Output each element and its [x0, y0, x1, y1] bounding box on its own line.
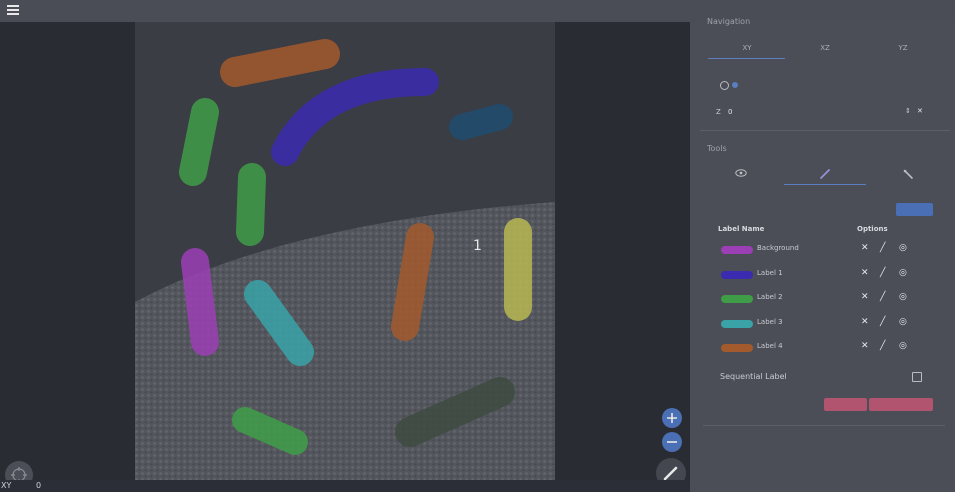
tab-yz[interactable]: YZ: [866, 44, 940, 52]
eye-icon[interactable]: [735, 168, 747, 178]
add-label-button[interactable]: [896, 203, 933, 216]
label-name: Label 4: [757, 342, 783, 350]
delete-label-icon[interactable]: ✕: [861, 317, 869, 327]
radio-button[interactable]: [720, 81, 729, 90]
action-button-right[interactable]: [869, 398, 933, 411]
edit-label-icon[interactable]: ╱: [880, 268, 885, 278]
clear-slice-icon[interactable]: ✕: [917, 107, 923, 115]
radio-button-selected[interactable]: [732, 82, 738, 88]
stroke-label-2: [179, 98, 219, 186]
magic-wand-icon[interactable]: [902, 168, 914, 180]
status-bar: XY 0: [0, 480, 690, 492]
slice-label: Z: [716, 108, 721, 116]
column-header-options: Options: [857, 225, 888, 233]
delete-label-icon[interactable]: ✕: [861, 341, 869, 351]
stroke-label-3: [449, 104, 513, 140]
stroke-dark-green: [395, 377, 515, 447]
brush-tool-icon[interactable]: [819, 168, 831, 180]
color-swatch[interactable]: [721, 295, 753, 303]
label-row-1[interactable]: Label 1 ✕ ╱ ◎: [707, 266, 939, 290]
delete-label-icon[interactable]: ✕: [861, 268, 869, 278]
label-row-4[interactable]: Label 4 ✕ ╱ ◎: [707, 339, 939, 363]
edit-label-icon[interactable]: ╱: [880, 292, 885, 302]
stroke-label-2-b: [236, 163, 266, 246]
color-swatch[interactable]: [721, 246, 753, 254]
tab-xy-indicator: [708, 58, 785, 59]
fit-view-button[interactable]: [5, 461, 33, 480]
stroke-label-3-b: [244, 280, 314, 366]
zoom-out-button[interactable]: [662, 432, 682, 452]
tools-title: Tools: [707, 144, 727, 153]
top-bar: [0, 0, 955, 22]
fill-label-icon[interactable]: ◎: [899, 292, 907, 302]
slice-input[interactable]: 0: [728, 108, 732, 116]
tab-xz[interactable]: XZ: [788, 44, 862, 52]
stroke-background: [181, 248, 219, 356]
tools-tab-indicator: [784, 184, 866, 185]
label-table: Label Name Options Background ✕ ╱ ◎ Labe…: [707, 222, 939, 360]
stroke-label-4-b: [391, 223, 434, 341]
image-viewer[interactable]: 1: [0, 22, 690, 480]
color-swatch[interactable]: [721, 344, 753, 352]
cursor-label: 1: [473, 238, 482, 254]
section-divider: [700, 130, 950, 131]
label-row-2[interactable]: Label 2 ✕ ╱ ◎: [707, 290, 939, 314]
annotation-layer: [179, 39, 532, 455]
navigation-title: Navigation: [707, 17, 751, 26]
label-name: Label 2: [757, 293, 783, 301]
edit-label-icon[interactable]: ╱: [880, 317, 885, 327]
stroke-label-4: [220, 39, 340, 87]
bottom-divider: [703, 425, 945, 426]
fill-label-icon[interactable]: ◎: [899, 268, 907, 278]
column-header-name: Label Name: [718, 225, 765, 233]
brush-icon: [663, 466, 678, 480]
delete-label-icon[interactable]: ✕: [861, 292, 869, 302]
fill-label-icon[interactable]: ◎: [899, 317, 907, 327]
stepper-icon[interactable]: ⇕: [905, 107, 911, 115]
label-row-3[interactable]: Label 3 ✕ ╱ ◎: [707, 315, 939, 339]
zoom-in-button[interactable]: [662, 408, 682, 428]
stroke-label-1: [271, 68, 439, 166]
crosshair-icon: [11, 467, 27, 480]
delete-label-icon[interactable]: ✕: [861, 243, 869, 253]
stroke-label-2-c: [232, 407, 308, 455]
label-name: Label 3: [757, 318, 783, 326]
color-swatch[interactable]: [721, 320, 753, 328]
edit-label-icon[interactable]: ╱: [880, 243, 885, 253]
color-swatch[interactable]: [721, 271, 753, 279]
sequential-label-checkbox[interactable]: [912, 372, 922, 382]
fill-label-icon[interactable]: ◎: [899, 243, 907, 253]
sequential-label-text: Sequential Label: [720, 372, 787, 381]
status-view: XY: [1, 481, 12, 490]
label-name: Label 1: [757, 269, 783, 277]
label-row-background[interactable]: Background ✕ ╱ ◎: [707, 241, 939, 265]
action-button-left[interactable]: [824, 398, 867, 411]
brush-fab-button[interactable]: [656, 458, 686, 480]
label-name: Background: [757, 244, 799, 252]
edit-label-icon[interactable]: ╱: [880, 341, 885, 351]
fill-label-icon[interactable]: ◎: [899, 341, 907, 351]
hamburger-menu-icon[interactable]: [7, 5, 19, 17]
tab-xy[interactable]: XY: [710, 44, 784, 52]
status-slice: 0: [36, 481, 42, 490]
